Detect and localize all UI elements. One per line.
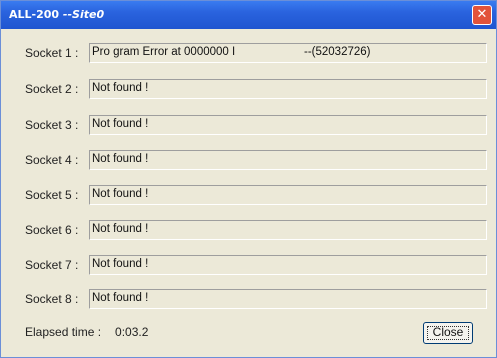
- socket-status-field: Not found !: [89, 220, 487, 240]
- socket-status-field: Not found !: [89, 255, 487, 275]
- elapsed-time-label: Elapsed time :: [25, 325, 102, 339]
- socket-row-1: Socket 1 : Pro gram Error at 0000000 I -…: [25, 43, 495, 65]
- socket-status-field: Not found !: [89, 150, 487, 170]
- socket-label: Socket 4 :: [25, 153, 79, 167]
- socket-row-3: Socket 3 : Not found !: [25, 115, 495, 137]
- socket-label: Socket 8 :: [25, 292, 79, 306]
- elapsed-time: Elapsed time : 0:03.2: [25, 325, 148, 339]
- socket-error-code: --(52032726): [304, 46, 371, 58]
- elapsed-time-value: 0:03.2: [115, 325, 149, 339]
- socket-label: Socket 3 :: [25, 118, 79, 132]
- socket-row-7: Socket 7 : Not found !: [25, 255, 495, 277]
- close-window-icon[interactable]: ✕: [472, 5, 492, 25]
- socket-status-text: Not found !: [92, 153, 149, 165]
- socket-status-field: Not found !: [89, 289, 487, 309]
- socket-label: Socket 5 :: [25, 188, 79, 202]
- close-button-label: Close: [432, 325, 464, 339]
- socket-status-text: Not found !: [92, 82, 149, 94]
- socket-status-field: Not found !: [89, 185, 487, 205]
- socket-row-5: Socket 5 : Not found !: [25, 185, 495, 207]
- socket-status-text: Not found !: [92, 223, 149, 235]
- title-bar[interactable]: ALL-200 --Site0 ✕: [1, 1, 496, 29]
- socket-label: Socket 6 :: [25, 223, 79, 237]
- socket-status-text: Not found !: [92, 258, 149, 270]
- socket-status-text: Not found !: [92, 118, 149, 130]
- socket-row-4: Socket 4 : Not found !: [25, 150, 495, 172]
- socket-label: Socket 7 :: [25, 258, 79, 272]
- socket-status-field: Pro gram Error at 0000000 I --(52032726): [89, 43, 487, 63]
- socket-status-field: Not found !: [89, 115, 487, 135]
- socket-list: Socket 1 : Pro gram Error at 0000000 I -…: [1, 29, 496, 357]
- socket-label: Socket 1 :: [25, 46, 79, 60]
- socket-status-text: Pro gram Error at 0000000 I: [92, 46, 236, 58]
- window-title: ALL-200 --Site0: [9, 8, 104, 21]
- window-title-site: --Site0: [62, 8, 105, 21]
- socket-status-text: Not found !: [92, 292, 149, 304]
- socket-status-text: Not found !: [92, 188, 149, 200]
- socket-label: Socket 2 :: [25, 82, 79, 96]
- close-button[interactable]: Close: [423, 322, 473, 344]
- socket-status-window: ALL-200 --Site0 ✕ Socket 1 : Pro gram Er…: [0, 0, 497, 358]
- window-title-prefix: ALL-200: [9, 8, 60, 21]
- socket-row-6: Socket 6 : Not found !: [25, 220, 495, 242]
- socket-row-2: Socket 2 : Not found !: [25, 79, 495, 101]
- socket-status-field: Not found !: [89, 79, 487, 99]
- socket-row-8: Socket 8 : Not found !: [25, 289, 495, 311]
